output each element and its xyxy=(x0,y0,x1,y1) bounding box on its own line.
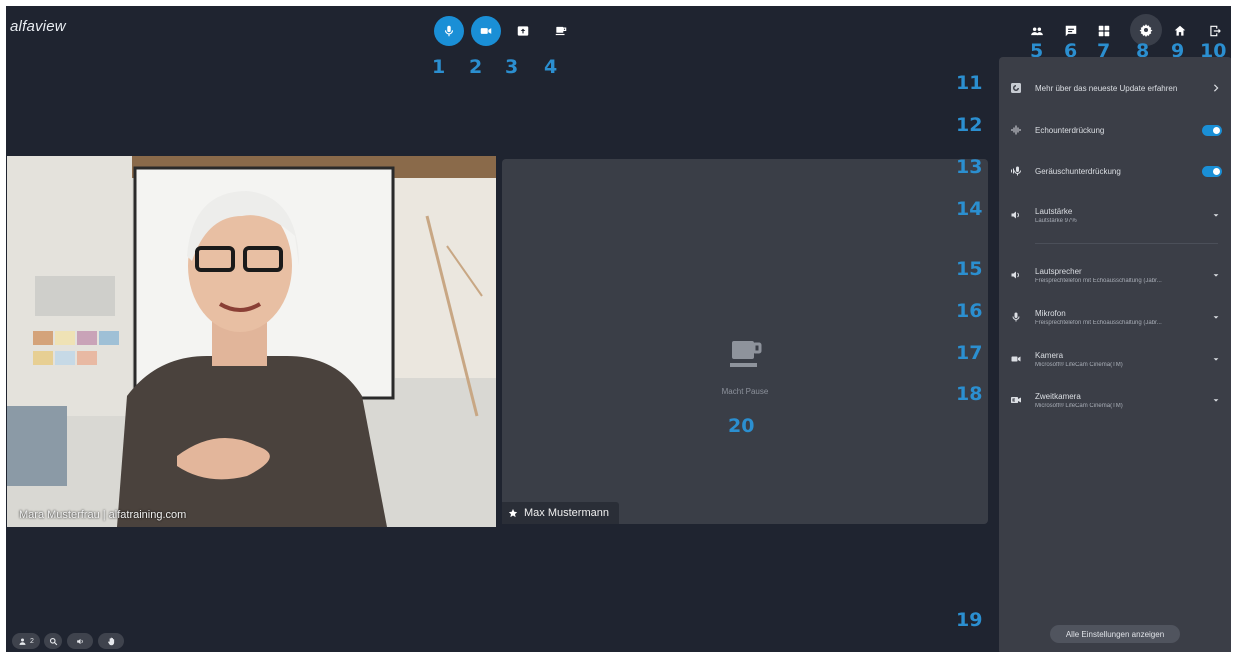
participant-name-right-tag: Max Mustermann xyxy=(502,502,619,524)
echo-toggle[interactable] xyxy=(1202,124,1222,136)
exit-icon xyxy=(1210,25,1221,37)
video-tile-mara[interactable]: Mara Musterfrau | alfatraining.com xyxy=(7,156,496,527)
echo-cancellation-row: Echounterdrückung xyxy=(999,123,1231,137)
coffee-cup-icon xyxy=(730,341,762,367)
second-camera-device: Microsoft® LifeCam Cinema(TM) xyxy=(1035,402,1123,409)
microphone-select-row[interactable]: Mikrofon Freisprechtelefon mit Echoaussch… xyxy=(999,305,1231,329)
mic-device: Freisprechtelefon mit Echoausschaltung (… xyxy=(1035,319,1162,326)
break-button[interactable] xyxy=(546,16,576,46)
divider xyxy=(1035,243,1218,244)
camera-label: Kamera xyxy=(1035,350,1064,360)
video-tile-max[interactable]: Macht Pause 20 Max Mustermann xyxy=(502,159,988,524)
camera-select-row[interactable]: Kamera Microsoft® LifeCam Cinema(TM) xyxy=(999,347,1231,371)
participant-name-left: Mara Musterfrau | alfatraining.com xyxy=(19,509,187,521)
speaker-device: Freisprechtelefon mit Echoausschaltung (… xyxy=(1035,277,1162,284)
app-window: alfaview 1 2 3 4 5 6 7 8 9 10 Mara Muste… xyxy=(6,6,1231,652)
chat-button[interactable] xyxy=(1060,20,1082,42)
camera-device: Microsoft® LifeCam Cinema(TM) xyxy=(1035,361,1123,368)
search-icon xyxy=(49,637,57,645)
coffee-cup-icon xyxy=(555,26,567,36)
alfaview-logo: alfaview xyxy=(10,18,66,35)
callout-12: 12 xyxy=(956,114,983,136)
raise-hand-button[interactable] xyxy=(98,633,124,649)
participant-name-right: Max Mustermann xyxy=(524,507,609,519)
second-camera-label: Zweitkamera xyxy=(1035,391,1081,401)
noise-toggle[interactable] xyxy=(1202,165,1222,177)
second-camera-icon xyxy=(1009,393,1023,407)
noise-label: Geräuschunterdrückung xyxy=(1035,166,1121,176)
callout-13: 13 xyxy=(956,156,983,178)
home-icon xyxy=(1174,25,1186,36)
microphone-icon xyxy=(1009,310,1023,324)
volume-label: Lautstärke xyxy=(1035,206,1073,216)
callout-4: 4 xyxy=(544,56,558,78)
layout-button[interactable] xyxy=(1093,20,1115,42)
microphone-button[interactable] xyxy=(434,16,464,46)
callout-14: 14 xyxy=(956,198,983,220)
callout-17: 17 xyxy=(956,342,983,364)
person-icon xyxy=(19,638,26,645)
volume-row[interactable]: Lautstärke Lautstärke 97% xyxy=(999,203,1231,227)
callout-16: 16 xyxy=(956,300,983,322)
speaker-label: Lautsprecher xyxy=(1035,266,1082,276)
microphone-icon xyxy=(444,25,454,37)
volume-value: Lautstärke 97% xyxy=(1035,217,1077,224)
speaker-icon xyxy=(1009,268,1023,282)
noise-suppression-row: Geräuschunterdrückung xyxy=(999,164,1231,178)
chevron-down-icon xyxy=(1213,316,1219,319)
gear-icon xyxy=(1139,24,1153,37)
video-frame xyxy=(7,156,496,527)
zoom-button[interactable] xyxy=(44,633,62,649)
mic-wave-icon xyxy=(1009,164,1023,178)
camera-icon xyxy=(480,28,492,34)
screen-share-icon xyxy=(517,26,529,36)
callout-20: 20 xyxy=(728,415,755,437)
chat-icon xyxy=(1065,25,1077,37)
grid-icon xyxy=(1098,25,1110,37)
callout-18: 18 xyxy=(956,383,983,405)
participant-count-button[interactable]: 2 xyxy=(12,633,40,649)
hand-icon xyxy=(107,637,114,645)
callout-1: 1 xyxy=(432,56,446,78)
callout-2: 2 xyxy=(469,56,483,78)
callout-19: 19 xyxy=(956,609,983,631)
chevron-down-icon xyxy=(1213,399,1219,402)
mic-label: Mikrofon xyxy=(1035,308,1066,318)
update-label: Mehr über das neueste Update erfahren xyxy=(1035,83,1178,93)
update-info-row[interactable]: Mehr über das neueste Update erfahren xyxy=(999,81,1231,95)
callout-3: 3 xyxy=(505,56,519,78)
screen-share-button[interactable] xyxy=(508,16,538,46)
volume-button[interactable] xyxy=(67,633,93,649)
update-icon xyxy=(1009,81,1023,95)
leave-button[interactable] xyxy=(1204,20,1226,42)
chevron-right-icon xyxy=(1213,84,1219,92)
star-icon xyxy=(508,508,518,518)
speaker-icon xyxy=(1009,208,1023,222)
second-camera-select-row[interactable]: Zweitkamera Microsoft® LifeCam Cinema(TM) xyxy=(999,388,1231,412)
waveform-icon xyxy=(1009,123,1023,137)
participants-button[interactable] xyxy=(1026,20,1048,42)
pause-status: Macht Pause xyxy=(721,387,769,396)
chevron-down-icon xyxy=(1213,274,1219,277)
camera-icon xyxy=(1009,352,1023,366)
callout-15: 15 xyxy=(956,258,983,280)
all-settings-button[interactable]: Alle Einstellungen anzeigen xyxy=(1050,625,1180,643)
echo-label: Echounterdrückung xyxy=(1035,125,1105,135)
chevron-down-icon xyxy=(1213,214,1219,217)
callout-11: 11 xyxy=(956,72,983,94)
settings-panel: Mehr über das neueste Update erfahren Ec… xyxy=(999,57,1231,652)
camera-button[interactable] xyxy=(471,16,501,46)
people-icon xyxy=(1031,27,1043,36)
chevron-down-icon xyxy=(1213,358,1219,361)
speaker-select-row[interactable]: Lautsprecher Freisprechtelefon mit Echoau… xyxy=(999,263,1231,287)
home-button[interactable] xyxy=(1169,20,1191,42)
participant-count: 2 xyxy=(30,637,34,645)
speaker-icon xyxy=(76,638,83,644)
